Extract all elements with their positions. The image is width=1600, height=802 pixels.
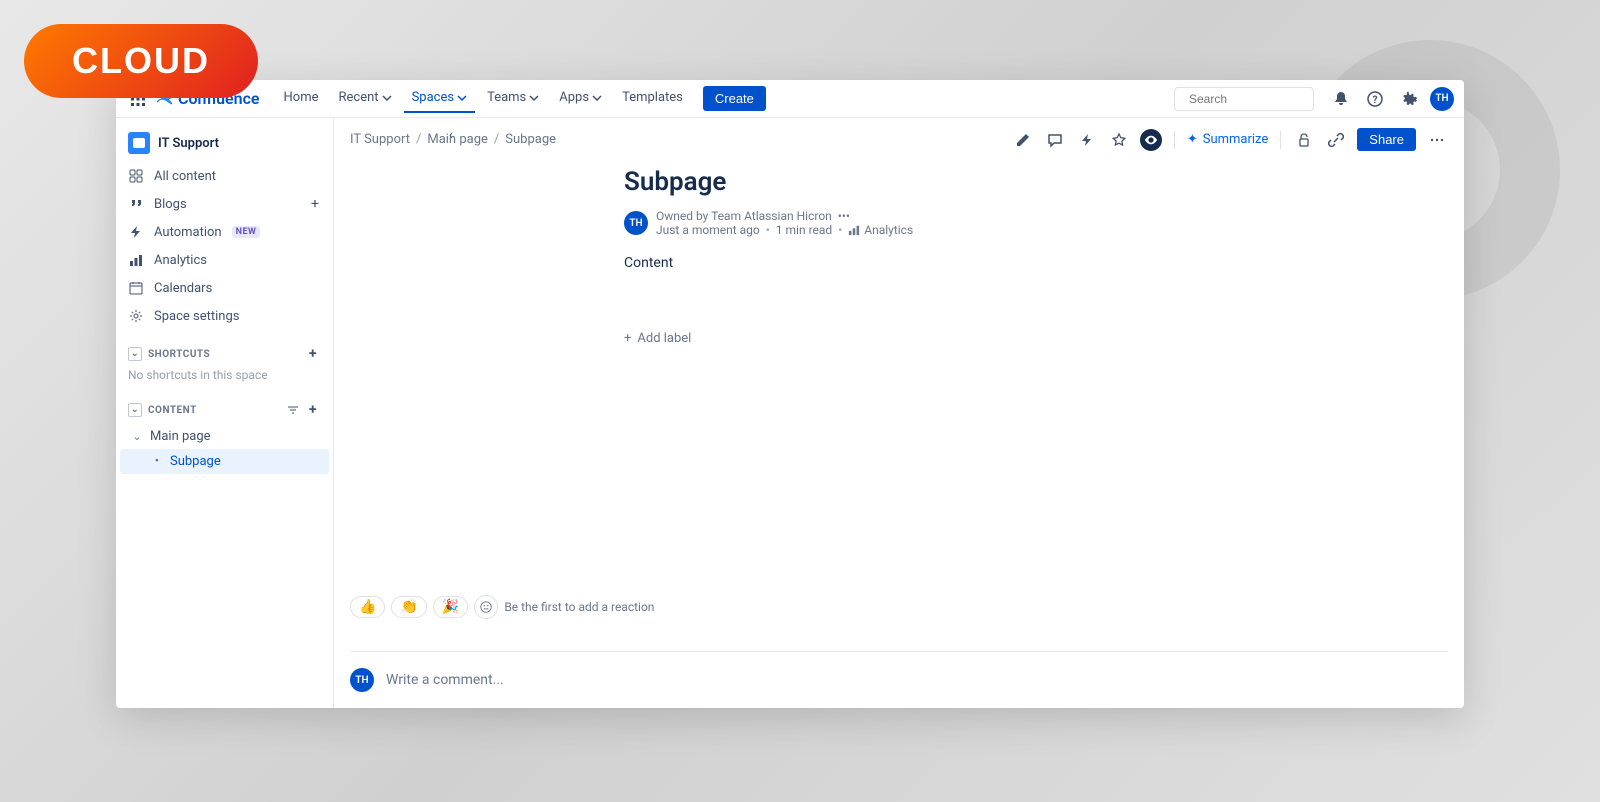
chevron-down-icon — [457, 93, 467, 103]
nav-teams[interactable]: Teams — [479, 84, 547, 113]
watch-icon[interactable] — [1140, 129, 1162, 151]
reaction-thumbs-up[interactable]: 👍 — [350, 596, 385, 618]
reaction-tada[interactable]: 🎉 — [433, 596, 468, 618]
breadcrumb: IT Support / Main page / Subpage — [350, 132, 556, 147]
main-content: IT Support / Main page / Subpage ✦ — [334, 118, 1464, 708]
nav-spaces[interactable]: Spaces — [404, 84, 476, 113]
owned-by-text: Owned by Team Atlassian Hicron — [656, 209, 832, 223]
chevron-down-icon: ⌄ — [130, 430, 144, 443]
add-reaction-button[interactable] — [474, 595, 498, 619]
star-icon[interactable] — [1108, 129, 1130, 151]
search-box[interactable] — [1174, 87, 1314, 111]
crumb-main[interactable]: Main page — [427, 132, 488, 147]
analytics-link[interactable]: Analytics — [848, 223, 913, 237]
sidebar-all-content[interactable]: All content — [116, 162, 333, 190]
reaction-clap[interactable]: 👏 — [391, 596, 426, 618]
sidebar-blogs[interactable]: Blogs + — [116, 190, 333, 218]
add-shortcut-button[interactable]: + — [305, 346, 321, 362]
nav-recent[interactable]: Recent — [331, 84, 400, 113]
plus-icon: + — [624, 331, 631, 346]
edit-icon[interactable] — [1012, 129, 1034, 151]
add-label-button[interactable]: + Add label — [624, 331, 1174, 346]
sidebar-analytics[interactable]: Analytics — [116, 246, 333, 274]
read-time: 1 min read — [776, 223, 832, 237]
crumb-space[interactable]: IT Support — [350, 132, 410, 147]
comment-row: TH Write a comment... — [334, 652, 1464, 708]
more-icon[interactable] — [1426, 129, 1448, 151]
chevron-down-icon — [592, 93, 602, 103]
chevron-down-icon — [382, 93, 392, 103]
search-input[interactable] — [1189, 92, 1344, 106]
help-icon[interactable]: ? — [1362, 86, 1388, 112]
chevron-down-icon: ⌄ — [128, 403, 142, 417]
sidebar-automation[interactable]: Automation NEW — [116, 218, 333, 246]
bullet-icon: • — [150, 454, 164, 469]
notifications-icon[interactable] — [1328, 86, 1354, 112]
share-button[interactable]: Share — [1357, 128, 1416, 151]
grid-icon — [128, 168, 144, 184]
page-body: Content — [624, 255, 1174, 271]
profile-avatar[interactable]: TH — [1430, 87, 1454, 111]
byline: TH Owned by Team Atlassian Hicron ••• Ju… — [624, 209, 1174, 237]
summarize-button[interactable]: ✦ Summarize — [1187, 132, 1268, 147]
nav-templates[interactable]: Templates — [614, 84, 691, 113]
page-time: Just a moment ago — [656, 223, 760, 237]
reaction-hint: Be the first to add a reaction — [504, 600, 654, 614]
nav-apps[interactable]: Apps — [551, 84, 610, 113]
app-window: Confluence Home Recent Spaces Teams Apps… — [116, 80, 1464, 708]
nav-home[interactable]: Home — [276, 84, 327, 113]
gear-icon — [128, 308, 144, 324]
link-icon[interactable] — [1325, 129, 1347, 151]
restrictions-icon[interactable] — [1293, 129, 1315, 151]
comment-icon[interactable] — [1044, 129, 1066, 151]
chart-icon — [128, 252, 144, 268]
bolt-icon[interactable] — [1076, 129, 1098, 151]
shortcuts-empty-state: No shortcuts in this space — [116, 368, 333, 386]
comment-input[interactable]: Write a comment... — [386, 672, 1448, 688]
shortcuts-section-header[interactable]: ⌄ SHORTCUTS + — [116, 340, 333, 368]
crumb-sub[interactable]: Subpage — [505, 132, 556, 147]
create-button[interactable]: Create — [703, 86, 766, 111]
top-navigation: Confluence Home Recent Spaces Teams Apps… — [116, 80, 1464, 118]
sidebar-space-settings[interactable]: Space settings — [116, 302, 333, 330]
nav-links: Home Recent Spaces Teams Apps Templates — [276, 84, 691, 113]
page-content: Subpage TH Owned by Team Atlassian Hicro… — [334, 151, 1464, 577]
reactions-bar: 👍 👏 🎉 Be the first to add a reaction — [350, 595, 1448, 633]
sidebar: IT Support All content Blogs + Automatio… — [116, 118, 334, 708]
page-actions: ✦ Summarize Share — [1012, 128, 1448, 151]
add-content-button[interactable]: + — [305, 402, 321, 418]
add-blog-button[interactable]: + — [307, 196, 323, 212]
cloud-badge: CLOUD — [24, 24, 258, 98]
bolt-icon — [128, 224, 144, 240]
chart-icon — [848, 224, 860, 236]
chevron-down-icon: ⌄ — [128, 347, 142, 361]
calendar-icon — [128, 280, 144, 296]
new-badge: NEW — [232, 226, 261, 238]
owner-avatar[interactable]: TH — [624, 211, 648, 235]
quote-icon — [128, 196, 144, 212]
tree-main-page[interactable]: ⌄ Main page — [120, 424, 329, 449]
page-title: Subpage — [624, 167, 1174, 197]
content-section-header[interactable]: ⌄ CONTENT + — [116, 396, 333, 424]
sparkle-icon: ✦ — [1187, 132, 1198, 147]
chevron-down-icon — [529, 93, 539, 103]
settings-icon[interactable] — [1396, 86, 1422, 112]
space-name: IT Support — [158, 136, 219, 151]
filter-content-button[interactable] — [285, 402, 301, 418]
space-header[interactable]: IT Support — [116, 124, 333, 162]
comment-avatar[interactable]: TH — [350, 668, 374, 692]
tree-subpage[interactable]: • Subpage — [120, 449, 329, 474]
space-icon — [128, 132, 150, 154]
sidebar-calendars[interactable]: Calendars — [116, 274, 333, 302]
svg-text:?: ? — [1373, 95, 1378, 106]
page-bar: IT Support / Main page / Subpage ✦ — [334, 118, 1464, 151]
byline-more-icon[interactable]: ••• — [838, 209, 850, 223]
smile-plus-icon — [479, 600, 493, 614]
top-icons: ? TH — [1328, 86, 1454, 112]
